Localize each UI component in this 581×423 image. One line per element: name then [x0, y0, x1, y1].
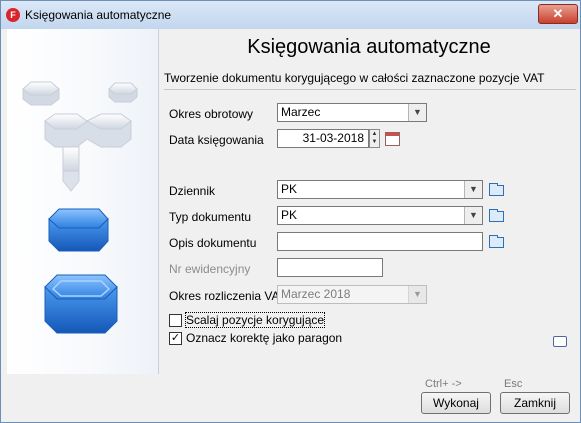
folder-icon[interactable] [489, 235, 504, 248]
oznacz-label[interactable]: Oznacz korektę jako paragon [186, 331, 342, 345]
page-subtitle: Tworzenie dokumentu korygującego w całoś… [164, 71, 545, 85]
app-logo-icon: F [6, 8, 20, 22]
scalaj-label[interactable]: Scalaj pozycje korygujące [184, 312, 326, 328]
close-button[interactable]: ✕ [538, 4, 578, 24]
dziennik-label: Dziennik [169, 184, 216, 198]
calendar-icon[interactable] [385, 132, 400, 146]
title-bar: F Księgowania automatyczne ✕ [1, 1, 580, 29]
zamknij-button[interactable]: Zamknij [500, 392, 570, 414]
scalaj-checkbox[interactable] [169, 314, 182, 327]
dziennik-value: PK [281, 182, 298, 196]
zamknij-shortcut-hint: Esc [504, 378, 523, 390]
window-title: Księgowania automatyczne [25, 8, 172, 22]
spin-down-icon[interactable]: ▼ [370, 138, 379, 146]
date-spin-control[interactable]: ▲ ▼ [369, 129, 380, 148]
chevron-down-icon[interactable]: ▼ [464, 207, 482, 224]
okres-rozliczenia-vat-select[interactable]: Marzec 2018 ▼ [277, 285, 427, 304]
okres-obrotowy-select[interactable]: Marzec ▼ [277, 103, 427, 122]
chevron-down-icon[interactable]: ▼ [408, 104, 426, 121]
wykonaj-button[interactable]: Wykonaj [421, 392, 491, 414]
typ-dokumentu-value: PK [281, 208, 298, 222]
chevron-down-icon: ▼ [408, 286, 426, 303]
folder-icon[interactable] [489, 183, 504, 196]
hexagon-illustration [22, 81, 138, 334]
folder-icon[interactable] [489, 209, 504, 222]
comment-icon[interactable] [553, 336, 567, 347]
illustration-panel [7, 29, 159, 374]
dziennik-select[interactable]: PK ▼ [277, 180, 483, 199]
typ-dokumentu-label: Typ dokumentu [169, 210, 252, 224]
nr-ewidencyjny-label: Nr ewidencyjny [169, 262, 251, 276]
opis-dokumentu-input[interactable] [277, 232, 483, 251]
form-panel: Księgowania automatyczne Tworzenie dokum… [159, 29, 579, 374]
nr-ewidencyjny-input[interactable] [277, 258, 383, 277]
dialog-window: F Księgowania automatyczne ✕ Księgowania… [0, 0, 581, 423]
okres-rozliczenia-vat-value: Marzec 2018 [281, 287, 351, 301]
typ-dokumentu-select[interactable]: PK ▼ [277, 206, 483, 225]
data-ksiegowania-label: Data księgowania [169, 133, 264, 147]
opis-dokumentu-label: Opis dokumentu [169, 236, 257, 250]
page-title: Księgowania automatyczne [247, 36, 491, 58]
wykonaj-shortcut-hint: Ctrl+ -> [425, 378, 462, 390]
spin-up-icon[interactable]: ▲ [370, 130, 379, 138]
data-ksiegowania-input[interactable]: 31-03-2018 [277, 129, 369, 148]
header-divider [164, 89, 576, 90]
okres-obrotowy-value: Marzec [281, 105, 321, 119]
okres-obrotowy-label: Okres obrotowy [169, 107, 254, 121]
okres-rozliczenia-vat-label: Okres rozliczenia VAT [169, 289, 286, 303]
chevron-down-icon[interactable]: ▼ [464, 181, 482, 198]
oznacz-checkbox[interactable]: ✓ [169, 332, 182, 345]
